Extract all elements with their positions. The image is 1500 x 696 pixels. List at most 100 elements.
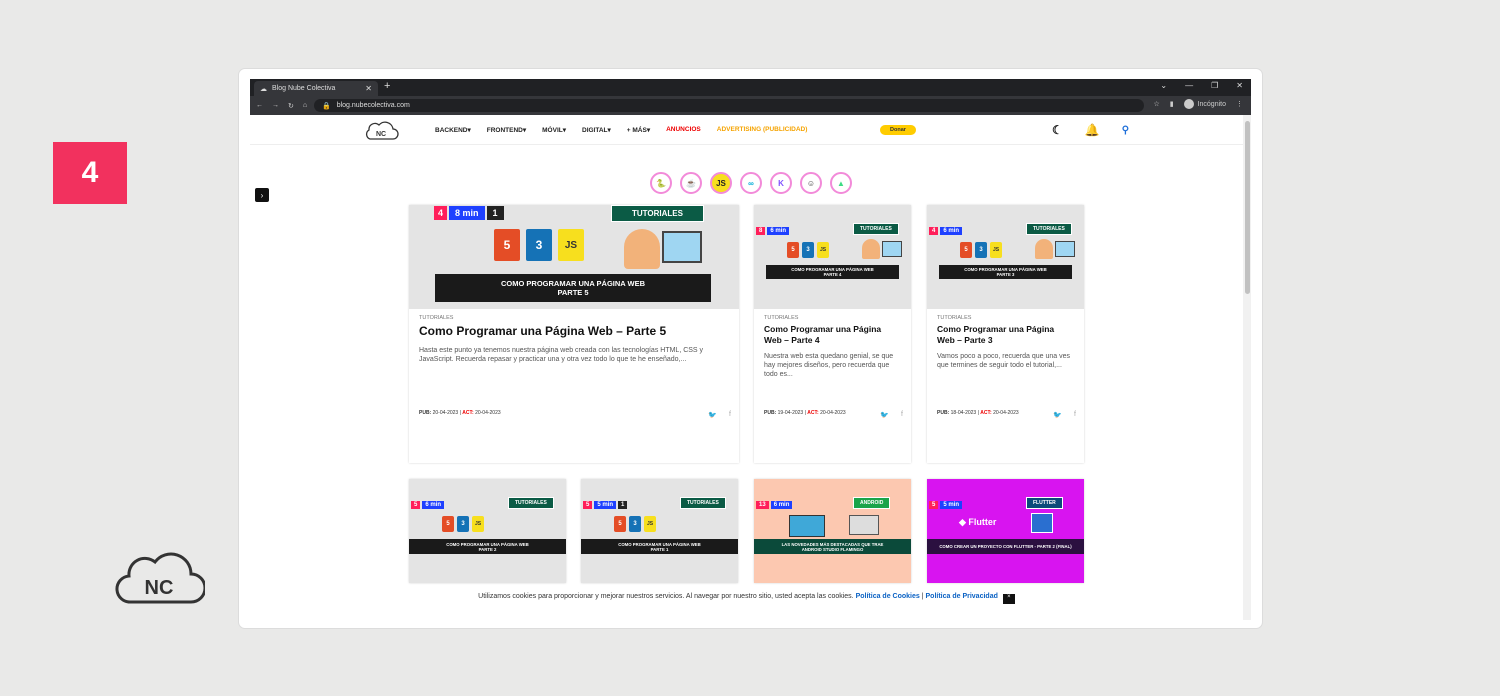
sidebar-toggle-icon[interactable]: ›: [255, 188, 269, 202]
twitter-icon[interactable]: 🐦: [1053, 411, 1062, 419]
category-kotlin-icon[interactable]: K: [770, 172, 792, 194]
post-title[interactable]: Como Programar una Página Web – Parte 5: [419, 324, 729, 340]
featured-post-card[interactable]: 4 8 min 1 TUTORIALES 5 3 JS COMO PROGRAM…: [409, 205, 739, 463]
menu-digital[interactable]: DIGITAL▾: [582, 126, 611, 134]
scrollbar-thumb[interactable]: [1245, 121, 1250, 294]
webpage-illustration: [882, 241, 902, 257]
category-icons: 🐍 ☕ JS ∞ K ☺ ▲: [650, 172, 852, 194]
post-title[interactable]: Como Programar una Página Web – Parte 4: [764, 324, 901, 346]
developer-illustration: [862, 239, 880, 259]
privacy-policy-link[interactable]: Política de Privacidad: [926, 593, 998, 600]
developer-illustration: [624, 229, 660, 269]
close-window-button[interactable]: ✕: [1236, 81, 1243, 90]
post-dates: PUB: 20-04-2023 | ACT: 20-04-2023: [419, 410, 501, 416]
browser-window: ☁ Blog Nube Colectiva ✕ + ⌄ — ❐ ✕ ← → ↻ …: [239, 69, 1262, 628]
tab-search-icon[interactable]: ⌄: [1160, 81, 1167, 90]
comments-badge: 1: [486, 206, 504, 220]
url-text: blog.nubecolectiva.com: [336, 102, 410, 109]
twitter-icon[interactable]: 🐦: [880, 411, 889, 419]
post-card[interactable]: 13 6 min ANDROID LAS NOVEDADES MÁS DESTAC…: [754, 479, 911, 583]
page-scrollbar[interactable]: [1243, 115, 1251, 620]
cookies-policy-link[interactable]: Política de Cookies: [856, 593, 920, 600]
post-category[interactable]: TUTORIALES: [419, 315, 729, 321]
featured-banner-text: COMO PROGRAMAR UNA PÁGINA WEB PARTE 5: [435, 274, 711, 302]
site-logo[interactable]: NC: [363, 120, 399, 142]
post-thumbnail[interactable]: 13 6 min ANDROID LAS NOVEDADES MÁS DESTAC…: [754, 479, 911, 583]
back-icon[interactable]: ←: [256, 102, 263, 109]
incognito-avatar: [1183, 99, 1194, 109]
css3-icon: 3: [975, 242, 987, 258]
post-card[interactable]: 55 min FLUTTER ◆ Flutter COMO CREAR UN P…: [927, 479, 1084, 583]
post-thumbnail[interactable]: 55 min 1 TUTORIALES 5 3 JS COMO PROGRAMAR…: [581, 479, 738, 583]
close-tab-icon[interactable]: ✕: [365, 84, 372, 93]
webpage-illustration: [662, 231, 702, 263]
web-page: NC BACKEND▾ FRONTEND▾ MÓVIL▾ DIGITAL▾ + …: [250, 115, 1251, 620]
minimize-button[interactable]: —: [1185, 81, 1193, 90]
post-thumbnail[interactable]: 86 min TUTORIALES 5 3 JS COMO PROGRAMAR …: [754, 205, 911, 309]
bookmark-star-icon[interactable]: ☆: [1153, 100, 1159, 108]
post-card[interactable]: 86 min TUTORIALES 5 3 JS COMO PROGRAMAR …: [754, 205, 911, 463]
category-ribbon: TUTORIALES: [611, 205, 704, 222]
html5-icon: 5: [614, 516, 626, 532]
menu-movil[interactable]: MÓVIL▾: [542, 126, 566, 134]
html5-icon: 5: [787, 242, 799, 258]
url-bar[interactable]: 🔒 blog.nubecolectiva.com: [314, 99, 1144, 112]
menu-kebab-icon[interactable]: ⋮: [1236, 100, 1243, 108]
js-icon: JS: [558, 229, 584, 261]
js-icon: JS: [817, 242, 829, 258]
twitter-icon[interactable]: 🐦: [708, 411, 717, 419]
menu-backend[interactable]: BACKEND▾: [435, 126, 471, 134]
post-thumbnail[interactable]: 55 min FLUTTER ◆ Flutter COMO CREAR UN P…: [927, 479, 1084, 583]
css3-icon: 3: [457, 516, 469, 532]
js-icon: JS: [990, 242, 1002, 258]
post-title[interactable]: Como Programar una Página Web – Parte 3: [937, 324, 1074, 346]
post-card[interactable]: 46 min TUTORIALES 5 3 JS COMO PROGRAMAR …: [927, 205, 1084, 463]
step-badge: 4: [53, 142, 127, 204]
menu-advertising[interactable]: ADVERTISING (PUBLICIDAD): [717, 126, 808, 134]
maximize-button[interactable]: ❐: [1211, 81, 1218, 90]
menu-frontend[interactable]: FRONTEND▾: [487, 126, 526, 134]
category-android-icon[interactable]: ▲: [830, 172, 852, 194]
category-java-icon[interactable]: ☕: [680, 172, 702, 194]
html5-icon: 5: [442, 516, 454, 532]
flutter-logo-icon: ◆ Flutter: [959, 517, 997, 527]
menu-anuncios[interactable]: ANUNCIOS: [666, 126, 701, 134]
facebook-icon[interactable]: f: [1074, 411, 1076, 419]
post-thumbnail[interactable]: 46 min TUTORIALES 5 3 JS COMO PROGRAMAR …: [927, 205, 1084, 309]
category-go-icon[interactable]: ∞: [740, 172, 762, 194]
sidepanel-icon[interactable]: ▮: [1170, 100, 1174, 108]
address-bar-row: ← → ↻ ⌂ 🔒 blog.nubecolectiva.com ☆ ▮ Inc…: [250, 96, 1251, 115]
menu-mas[interactable]: + MÁS▾: [627, 126, 650, 134]
category-javascript-icon[interactable]: JS: [710, 172, 732, 194]
incognito-indicator[interactable]: Incógnito: [1183, 99, 1226, 109]
tab-bar: ☁ Blog Nube Colectiva ✕ + ⌄ — ❐ ✕: [250, 79, 1251, 96]
svg-text:NC: NC: [376, 131, 386, 138]
webpage-illustration: [1055, 241, 1075, 257]
cookie-banner: Utilizamos cookies para proporcionar y m…: [250, 593, 1243, 604]
reload-icon[interactable]: ↻: [288, 102, 294, 110]
dark-mode-moon-icon[interactable]: ☾: [1052, 123, 1063, 137]
facebook-icon[interactable]: f: [729, 411, 731, 419]
css3-icon: 3: [802, 242, 814, 258]
facebook-icon[interactable]: f: [901, 411, 903, 419]
post-card[interactable]: 56 min TUTORIALES 5 3 JS COMO PROGRAMAR …: [409, 479, 566, 583]
html5-icon: 5: [960, 242, 972, 258]
search-icon[interactable]: ⚲: [1122, 125, 1129, 136]
post-thumbnail[interactable]: 56 min TUTORIALES 5 3 JS COMO PROGRAMAR …: [409, 479, 566, 583]
notification-bell-icon[interactable]: 🔔: [1085, 123, 1100, 137]
donate-button[interactable]: Donar: [880, 125, 916, 135]
logo-text: NC: [145, 577, 174, 599]
category-python-icon[interactable]: 🐍: [650, 172, 672, 194]
developer-illustration: [1035, 239, 1053, 259]
js-icon: JS: [472, 516, 484, 532]
post-card[interactable]: 55 min 1 TUTORIALES 5 3 JS COMO PROGRAMAR…: [581, 479, 738, 583]
cookie-close-button[interactable]: ×: [1002, 594, 1015, 604]
featured-post-thumbnail[interactable]: 4 8 min 1 TUTORIALES 5 3 JS COMO PROGRAM…: [409, 205, 739, 309]
browser-tab[interactable]: ☁ Blog Nube Colectiva ✕: [254, 81, 378, 96]
home-icon[interactable]: ⌂: [303, 102, 307, 109]
forward-icon[interactable]: →: [272, 102, 279, 109]
css3-icon: 3: [629, 516, 641, 532]
new-tab-button[interactable]: +: [384, 80, 390, 92]
category-git-icon[interactable]: ☺: [800, 172, 822, 194]
main-menu: BACKEND▾ FRONTEND▾ MÓVIL▾ DIGITAL▾ + MÁS…: [435, 126, 823, 134]
